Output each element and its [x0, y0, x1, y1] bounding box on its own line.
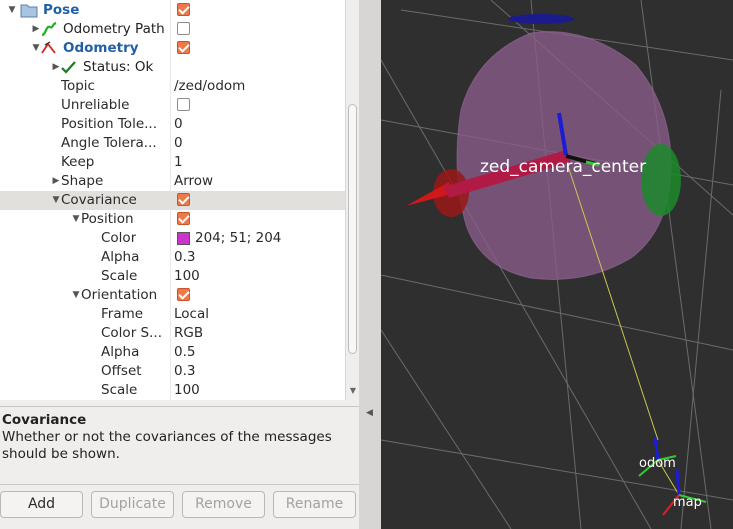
tree-row[interactable]: Angle Tolera... 0 [0, 134, 345, 153]
property-label: Status: Ok [83, 59, 154, 75]
tree-row[interactable]: Scale 100 [0, 267, 345, 286]
scrollbar-thumb[interactable] [348, 104, 357, 354]
tree-row[interactable]: Color S... RGB [0, 324, 345, 343]
tree-row[interactable]: Scale 100 [0, 381, 345, 400]
property-label: Topic [61, 78, 95, 94]
color-swatch[interactable] [177, 232, 190, 245]
property-label: Alpha [101, 249, 140, 265]
display-tree[interactable]: ▼ Pose ▶ Odometry Path ▼ Odometry ▶ Status: Ok T… [0, 0, 345, 400]
frame-label-camera: zed_camera_center [480, 157, 646, 177]
property-label: Odometry Path [63, 21, 165, 37]
property-label: Position Tole... [61, 116, 157, 132]
scroll-down-arrow-icon[interactable]: ▼ [347, 386, 359, 398]
odometry-display-icon [40, 40, 58, 57]
tree-row[interactable]: ▶ Odometry Path [0, 20, 345, 39]
property-label: Angle Tolera... [61, 135, 157, 151]
property-value[interactable]: Local [174, 305, 209, 324]
property-help-box: Covariance Whether or not the covariance… [0, 406, 359, 485]
property-label: Covariance [61, 192, 137, 208]
tree-scrollbar[interactable]: ▼ [345, 0, 359, 400]
folder-icon [20, 2, 38, 19]
property-label: Color [101, 230, 137, 246]
tree-row[interactable]: Unreliable [0, 96, 345, 115]
add-button[interactable]: Add [0, 491, 83, 518]
property-label: Shape [61, 173, 104, 189]
checkbox-checked[interactable] [177, 193, 190, 206]
property-label: Unreliable [61, 97, 130, 113]
panel-splitter[interactable]: ◀ [359, 0, 381, 529]
orientation-covariance-disc-side [641, 144, 681, 216]
property-value[interactable]: 204; 51; 204 [195, 229, 281, 248]
help-description: Whether or not the covariances of the me… [2, 429, 332, 462]
property-label: Frame [101, 306, 144, 322]
property-label: Scale [101, 268, 138, 284]
help-title: Covariance [2, 412, 87, 428]
tree-row[interactable]: ▼ Position [0, 210, 345, 229]
tree-row[interactable]: Topic/zed/odom [0, 77, 345, 96]
tree-row[interactable]: ▼ Covariance [0, 191, 345, 210]
frame-label-odom: odom [639, 456, 676, 471]
rename-button[interactable]: Rename [273, 491, 356, 518]
property-value[interactable]: 0.3 [174, 248, 195, 267]
collapse-arrow-icon[interactable]: ▼ [6, 1, 18, 20]
checkbox-checked[interactable] [177, 3, 190, 16]
property-value[interactable]: 0 [174, 134, 183, 153]
checkbox-checked[interactable] [177, 41, 190, 54]
property-value[interactable]: 0.3 [174, 362, 195, 381]
tree-row[interactable]: ▶ Status: Ok [0, 58, 345, 77]
tree-row[interactable]: Color 204; 51; 204 [0, 229, 345, 248]
tree-row[interactable]: ▼ Orientation [0, 286, 345, 305]
property-value[interactable]: 100 [174, 267, 200, 286]
tree-row[interactable]: ▶ Shape Arrow [0, 172, 345, 191]
collapse-left-arrow-icon[interactable]: ◀ [366, 408, 373, 418]
property-label: Odometry [63, 40, 139, 56]
tree-row[interactable]: Alpha 0.3 [0, 248, 345, 267]
tree-row[interactable]: Position Tole... 0 [0, 115, 345, 134]
property-label: Offset [101, 363, 142, 379]
checkbox-checked[interactable] [177, 288, 190, 301]
3d-viewport[interactable]: zed_camera_center odom map [381, 0, 733, 529]
tree-row[interactable]: Alpha 0.5 [0, 343, 345, 362]
checkbox-unchecked[interactable] [177, 22, 190, 35]
property-value[interactable]: Arrow [174, 172, 213, 191]
duplicate-button[interactable]: Duplicate [91, 491, 174, 518]
displays-panel: ▼ Pose ▶ Odometry Path ▼ Odometry ▶ Status: Ok T… [0, 0, 359, 529]
property-value[interactable]: 100 [174, 381, 200, 400]
property-label: Keep [61, 154, 95, 170]
frame-label-map: map [673, 495, 702, 510]
property-value[interactable]: 1 [174, 153, 183, 172]
property-label: Position [81, 211, 134, 227]
tree-row[interactable]: ▼ Pose [0, 1, 345, 20]
property-value[interactable]: 0.5 [174, 343, 195, 362]
property-label: Orientation [81, 287, 158, 303]
tree-row[interactable]: Frame Local [0, 305, 345, 324]
property-label: Scale [101, 382, 138, 398]
3d-scene[interactable]: zed_camera_center odom map [381, 0, 733, 529]
remove-button[interactable]: Remove [182, 491, 265, 518]
property-label: Pose [43, 2, 80, 18]
property-label: Color S... [101, 325, 162, 341]
map-frame-z-axis [675, 469, 681, 496]
status-ok-icon [60, 59, 78, 76]
checkbox-checked[interactable] [177, 212, 190, 225]
tree-row[interactable]: Keep 1 [0, 153, 345, 172]
property-label: Alpha [101, 344, 140, 360]
property-value[interactable]: RGB [174, 324, 203, 343]
tree-row[interactable]: Offset 0.3 [0, 362, 345, 381]
path-display-icon [40, 21, 58, 38]
checkbox-unchecked[interactable] [177, 98, 190, 111]
property-value[interactable]: /zed/odom [174, 77, 245, 96]
orientation-covariance-disc-top [508, 14, 574, 24]
tree-row[interactable]: ▼ Odometry [0, 39, 345, 58]
property-value[interactable]: 0 [174, 115, 183, 134]
